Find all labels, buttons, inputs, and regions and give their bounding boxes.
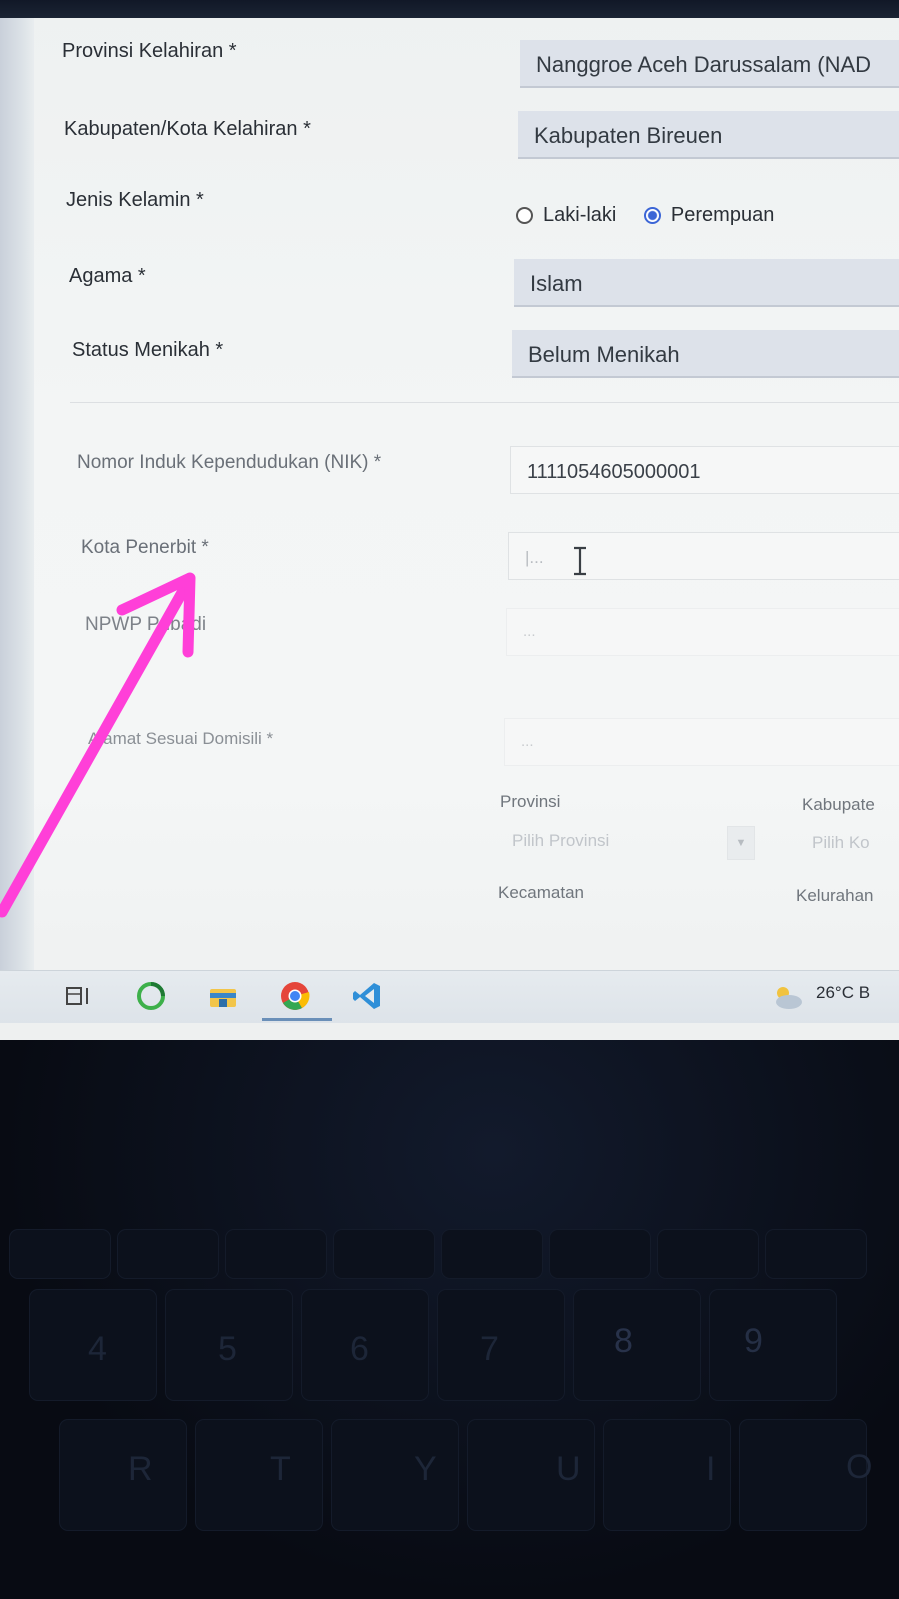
select-kabupaten[interactable]: Pilih Ko	[812, 833, 870, 853]
input-nik[interactable]: 1111054605000001	[510, 446, 899, 494]
input-npwp[interactable]: ...	[506, 608, 899, 656]
weather-icon[interactable]	[770, 983, 806, 1013]
label-nik: Nomor Induk Kependudukan (NIK) *	[77, 452, 382, 473]
key-t: T	[270, 1450, 291, 1488]
laptop-screen: Provinsi Kelahiran * Nanggroe Aceh Darus…	[0, 0, 899, 1040]
radio-group-jenis-kelamin: Laki-laki Perempuan	[516, 204, 796, 227]
select-kabupaten-kelahiran[interactable]: Kabupaten Bireuen	[518, 111, 899, 159]
key-i: I	[706, 1450, 716, 1488]
task-view-icon[interactable]	[62, 979, 96, 1013]
select-agama[interactable]: Islam	[514, 259, 899, 307]
select-status-menikah[interactable]: Belum Menikah	[512, 330, 899, 378]
label-kelurahan: Kelurahan	[796, 886, 874, 905]
label-kota-penerbit: Kota Penerbit *	[81, 537, 209, 558]
file-explorer-icon[interactable]	[206, 979, 240, 1013]
top-bar	[0, 0, 899, 18]
label-status-menikah: Status Menikah *	[72, 339, 224, 361]
annotation-arrow-icon	[0, 572, 196, 918]
select-provinsi-kelahiran[interactable]: Nanggroe Aceh Darussalam (NAD	[520, 40, 899, 88]
circle-app-icon[interactable]	[134, 979, 168, 1013]
chevron-down-icon[interactable]: ▼	[727, 826, 755, 860]
laptop-keyboard: 4 5 6 7 8 9 R T Y U I O	[0, 1040, 899, 1599]
label-provinsi: Provinsi	[500, 792, 561, 811]
radio-label-perempuan: Perempuan	[670, 204, 775, 226]
text-cursor-icon	[574, 546, 586, 576]
key-8: 8	[614, 1322, 633, 1360]
radio-label-laki-laki: Laki-laki	[543, 204, 617, 226]
key-5: 5	[218, 1330, 237, 1368]
key-u: U	[556, 1450, 581, 1488]
taskbar: 26°C B	[0, 970, 899, 1023]
label-kabupaten-kelahiran: Kabupaten/Kota Kelahiran *	[64, 118, 311, 140]
key-4: 4	[88, 1330, 107, 1368]
radio-perempuan[interactable]	[643, 207, 661, 224]
input-kota-penerbit[interactable]: |...	[508, 532, 899, 580]
label-kabupaten: Kabupate	[802, 795, 875, 814]
label-jenis-kelamin: Jenis Kelamin *	[66, 189, 204, 211]
label-kecamatan: Kecamatan	[498, 883, 584, 902]
radio-laki-laki[interactable]	[516, 207, 533, 224]
key-6: 6	[350, 1330, 369, 1368]
select-provinsi[interactable]: Pilih Provinsi	[512, 831, 609, 851]
active-app-indicator	[262, 1018, 332, 1021]
weather-text: 26°C B	[816, 983, 871, 1002]
vscode-icon[interactable]	[350, 979, 384, 1013]
key-r: R	[128, 1450, 153, 1488]
label-agama: Agama *	[69, 265, 146, 287]
input-alamat[interactable]: ...	[504, 718, 899, 766]
key-9: 9	[744, 1322, 763, 1360]
label-provinsi-kelahiran: Provinsi Kelahiran *	[62, 40, 237, 62]
key-7: 7	[480, 1330, 499, 1368]
key-y: Y	[414, 1450, 437, 1488]
section-divider	[70, 402, 899, 403]
key-o: O	[846, 1448, 873, 1486]
chrome-icon[interactable]	[278, 979, 312, 1013]
